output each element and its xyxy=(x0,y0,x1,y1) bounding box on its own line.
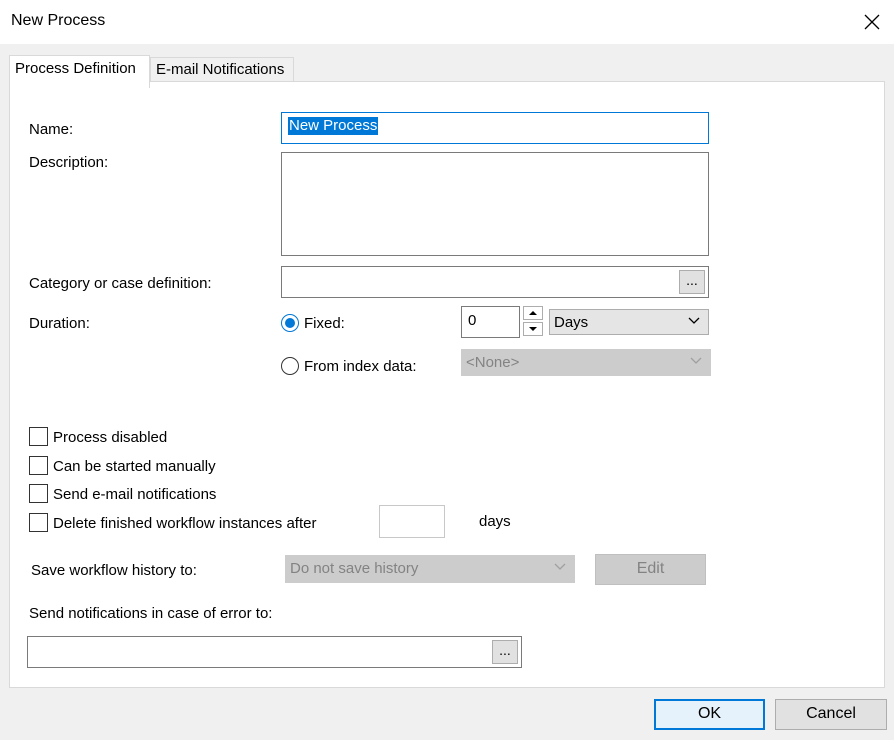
spin-up-button[interactable] xyxy=(523,306,543,320)
close-button[interactable] xyxy=(858,8,886,36)
fixed-radio[interactable] xyxy=(281,314,299,332)
fixed-duration-value: 0 xyxy=(468,312,477,329)
description-label: Description: xyxy=(29,154,109,171)
category-browse-button[interactable]: ... xyxy=(679,270,705,294)
edit-history-button: Edit xyxy=(595,554,706,585)
triangle-down-icon xyxy=(529,327,537,331)
history-select: Do not save history xyxy=(285,555,575,583)
index-data-select: <None> xyxy=(461,349,711,376)
error-notifications-label: Send notifications in case of error to: xyxy=(29,605,273,622)
process-disabled-label: Process disabled xyxy=(53,429,168,446)
duration-label: Duration: xyxy=(29,315,90,332)
error-notifications-input[interactable]: ... xyxy=(27,636,522,668)
tab-label: Process Definition xyxy=(15,60,136,77)
close-icon xyxy=(864,14,880,30)
process-disabled-checkbox[interactable] xyxy=(29,427,48,446)
send-email-checkbox[interactable] xyxy=(29,484,48,503)
tab-process-definition[interactable]: Process Definition xyxy=(9,55,150,88)
delete-days-input[interactable] xyxy=(379,505,445,538)
error-browse-button[interactable]: ... xyxy=(492,640,518,664)
cancel-button[interactable]: Cancel xyxy=(775,699,887,730)
delete-finished-checkbox[interactable] xyxy=(29,513,48,532)
name-label: Name: xyxy=(29,121,74,138)
delete-finished-label: Delete finished workflow instances after xyxy=(53,515,317,532)
spin-down-button[interactable] xyxy=(523,322,543,336)
chevron-down-icon xyxy=(688,317,700,324)
from-index-label: From index data: xyxy=(304,358,417,375)
chevron-down-icon xyxy=(690,357,702,364)
history-label: Save workflow history to: xyxy=(31,562,197,579)
process-definition-panel: Name: New Process Description: Category … xyxy=(9,81,885,688)
fixed-label: Fixed: xyxy=(304,315,345,332)
chevron-down-icon xyxy=(554,563,566,570)
start-manually-checkbox[interactable] xyxy=(29,456,48,475)
category-input[interactable]: ... xyxy=(281,266,709,298)
send-email-label: Send e-mail notifications xyxy=(53,486,217,503)
description-input[interactable] xyxy=(281,152,709,256)
name-input[interactable]: New Process xyxy=(281,112,709,144)
ok-button[interactable]: OK xyxy=(654,699,765,730)
name-value: New Process xyxy=(288,117,379,135)
from-index-radio[interactable] xyxy=(281,357,299,375)
triangle-up-icon xyxy=(529,311,537,315)
start-manually-label: Can be started manually xyxy=(53,458,216,475)
fixed-duration-input[interactable]: 0 xyxy=(461,306,520,338)
days-label: days xyxy=(479,513,511,530)
title-bar: New Process xyxy=(0,0,894,44)
duration-unit-value: Days xyxy=(554,314,589,331)
category-label: Category or case definition: xyxy=(29,275,212,292)
duration-unit-select[interactable]: Days xyxy=(549,309,709,335)
tab-email-notifications[interactable]: E-mail Notifications xyxy=(150,57,294,83)
window-title: New Process xyxy=(11,12,106,29)
history-value: Do not save history xyxy=(290,560,419,577)
tab-label: E-mail Notifications xyxy=(156,61,285,78)
index-data-value: <None> xyxy=(466,354,520,371)
